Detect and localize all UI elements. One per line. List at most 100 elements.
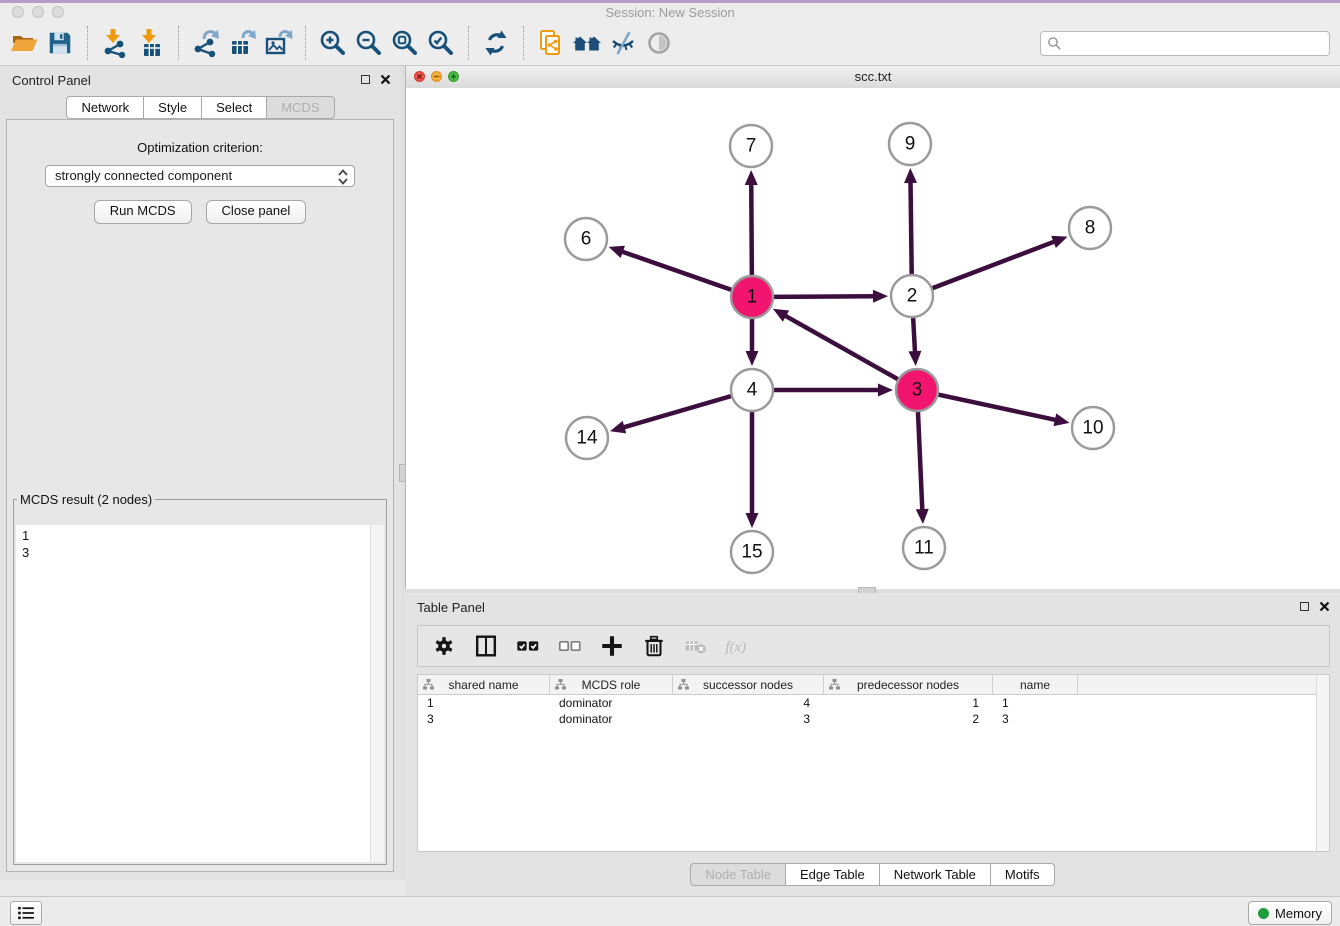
graph-node-label: 4 bbox=[747, 380, 758, 401]
column-header-predecessor-nodes[interactable]: predecessor nodes bbox=[824, 675, 993, 694]
zoom-out-button[interactable] bbox=[351, 25, 387, 61]
table-cell[interactable]: dominator bbox=[550, 711, 673, 727]
graph-edge-4-14[interactable] bbox=[623, 396, 732, 428]
table-cell[interactable]: dominator bbox=[550, 695, 673, 711]
add-column-button[interactable] bbox=[598, 632, 626, 660]
table-mode-button[interactable] bbox=[10, 901, 42, 925]
column-header-name[interactable]: name bbox=[993, 675, 1078, 694]
column-type-icon bbox=[829, 679, 840, 690]
column-header-successor-nodes[interactable]: successor nodes bbox=[673, 675, 824, 694]
show-visuals-button[interactable] bbox=[641, 25, 677, 61]
tab-style[interactable]: Style bbox=[144, 96, 202, 119]
graph-edge-3-1[interactable] bbox=[784, 315, 898, 380]
graph-edge-arrowhead bbox=[610, 421, 626, 433]
network-window: scc.txt 7968124314101511 bbox=[405, 66, 1340, 589]
column-header-shared-name[interactable]: shared name bbox=[418, 675, 550, 694]
zoom-selected-button[interactable] bbox=[423, 25, 459, 61]
function-builder-button[interactable]: f(x) bbox=[724, 632, 752, 660]
table-toolbar: f(x) bbox=[417, 625, 1330, 667]
table-cell[interactable]: 3 bbox=[418, 711, 550, 727]
close-panel-icon[interactable] bbox=[1319, 601, 1330, 612]
houses-button[interactable] bbox=[569, 25, 605, 61]
graph-node-label: 3 bbox=[912, 380, 923, 401]
table-row[interactable]: 1dominator411 bbox=[418, 695, 1329, 711]
table-columns-button[interactable] bbox=[472, 632, 500, 660]
table-cell[interactable]: 3 bbox=[673, 711, 824, 727]
columns-icon bbox=[473, 633, 499, 659]
graph-node-label: 10 bbox=[1082, 418, 1103, 439]
graph-edge-1-2[interactable] bbox=[773, 296, 875, 297]
hide-visuals-button[interactable] bbox=[605, 25, 641, 61]
save-session-button[interactable] bbox=[42, 25, 78, 61]
import-network-button[interactable] bbox=[97, 25, 133, 61]
export-image-icon bbox=[263, 28, 293, 58]
search-input[interactable] bbox=[1066, 35, 1329, 52]
zoom-out-icon bbox=[354, 28, 384, 58]
tab-select[interactable]: Select bbox=[202, 96, 267, 119]
export-image-button[interactable] bbox=[260, 25, 296, 61]
select-all-button[interactable] bbox=[514, 632, 542, 660]
graph-node-label: 15 bbox=[741, 542, 762, 563]
graph-edge-arrowhead bbox=[908, 351, 921, 366]
tab-motifs[interactable]: Motifs bbox=[991, 863, 1055, 886]
float-panel-icon[interactable] bbox=[1300, 602, 1309, 611]
zoom-in-button[interactable] bbox=[315, 25, 351, 61]
refresh-button[interactable] bbox=[478, 25, 514, 61]
graph-edge-1-6[interactable] bbox=[621, 251, 732, 290]
table-row[interactable]: 3dominator323 bbox=[418, 711, 1329, 727]
graph-edge-3-11[interactable] bbox=[918, 411, 922, 511]
eye-slash-icon bbox=[608, 28, 638, 58]
graph-edge-2-8[interactable] bbox=[932, 241, 1056, 288]
float-panel-icon[interactable] bbox=[361, 75, 370, 84]
memory-button[interactable]: Memory bbox=[1248, 901, 1332, 925]
table-settings-button[interactable] bbox=[430, 632, 458, 660]
mcds-result-textarea[interactable]: 1 3 bbox=[16, 525, 384, 862]
tab-network-table[interactable]: Network Table bbox=[880, 863, 991, 886]
export-table-button[interactable] bbox=[224, 25, 260, 61]
table-cell[interactable]: 1 bbox=[824, 695, 993, 711]
node-table-body: 1dominator4113dominator323 bbox=[418, 695, 1329, 727]
table-cell[interactable]: 1 bbox=[993, 695, 1078, 711]
graph-edge-2-3[interactable] bbox=[913, 317, 915, 353]
clone-network-button[interactable] bbox=[533, 25, 569, 61]
delete-column-button[interactable] bbox=[640, 632, 668, 660]
plus-icon bbox=[599, 633, 625, 659]
optimization-criterion-label: Optimization criterion: bbox=[7, 140, 393, 155]
open-session-button[interactable] bbox=[6, 25, 42, 61]
network-canvas[interactable]: 7968124314101511 bbox=[406, 88, 1340, 589]
graph-edge-arrowhead bbox=[746, 513, 759, 528]
column-header-mcds-role[interactable]: MCDS role bbox=[550, 675, 673, 694]
graph-edge-arrowhead bbox=[1051, 236, 1067, 248]
table-cell[interactable]: 3 bbox=[993, 711, 1078, 727]
list-icon bbox=[17, 906, 35, 920]
table-cell[interactable]: 4 bbox=[673, 695, 824, 711]
export-network-button[interactable] bbox=[188, 25, 224, 61]
gear-icon bbox=[431, 633, 457, 659]
result-scrollbar[interactable] bbox=[370, 525, 384, 862]
table-cell[interactable]: 2 bbox=[824, 711, 993, 727]
network-titlebar: scc.txt bbox=[406, 66, 1340, 89]
import-table-button[interactable] bbox=[133, 25, 169, 61]
graph-node-label: 9 bbox=[905, 134, 916, 155]
graph-node-label: 8 bbox=[1085, 218, 1096, 239]
close-panel-button[interactable]: Close panel bbox=[206, 200, 307, 224]
run-mcds-button[interactable]: Run MCDS bbox=[94, 200, 192, 224]
graph-edge-2-9[interactable] bbox=[910, 181, 911, 275]
deselect-all-button[interactable] bbox=[556, 632, 584, 660]
search-box[interactable] bbox=[1040, 31, 1330, 56]
zoom-fit-button[interactable] bbox=[387, 25, 423, 61]
delete-table-button[interactable] bbox=[682, 632, 710, 660]
tab-edge-table[interactable]: Edge Table bbox=[786, 863, 880, 886]
graph-edge-1-7[interactable] bbox=[751, 183, 752, 276]
tab-network[interactable]: Network bbox=[66, 96, 144, 119]
tab-mcds[interactable]: MCDS bbox=[267, 96, 334, 119]
close-panel-icon[interactable] bbox=[380, 74, 391, 85]
mcds-result-title: MCDS result (2 nodes) bbox=[17, 492, 155, 507]
optimization-criterion-dropdown[interactable]: strongly connected component bbox=[45, 165, 355, 187]
tab-node-table[interactable]: Node Table bbox=[690, 863, 786, 886]
table-scrollbar[interactable] bbox=[1316, 675, 1329, 851]
table-cell[interactable]: 1 bbox=[418, 695, 550, 711]
search-icon bbox=[1047, 36, 1062, 51]
table-tabs: Node TableEdge TableNetwork TableMotifs bbox=[405, 863, 1340, 886]
graph-edge-3-10[interactable] bbox=[938, 394, 1057, 420]
